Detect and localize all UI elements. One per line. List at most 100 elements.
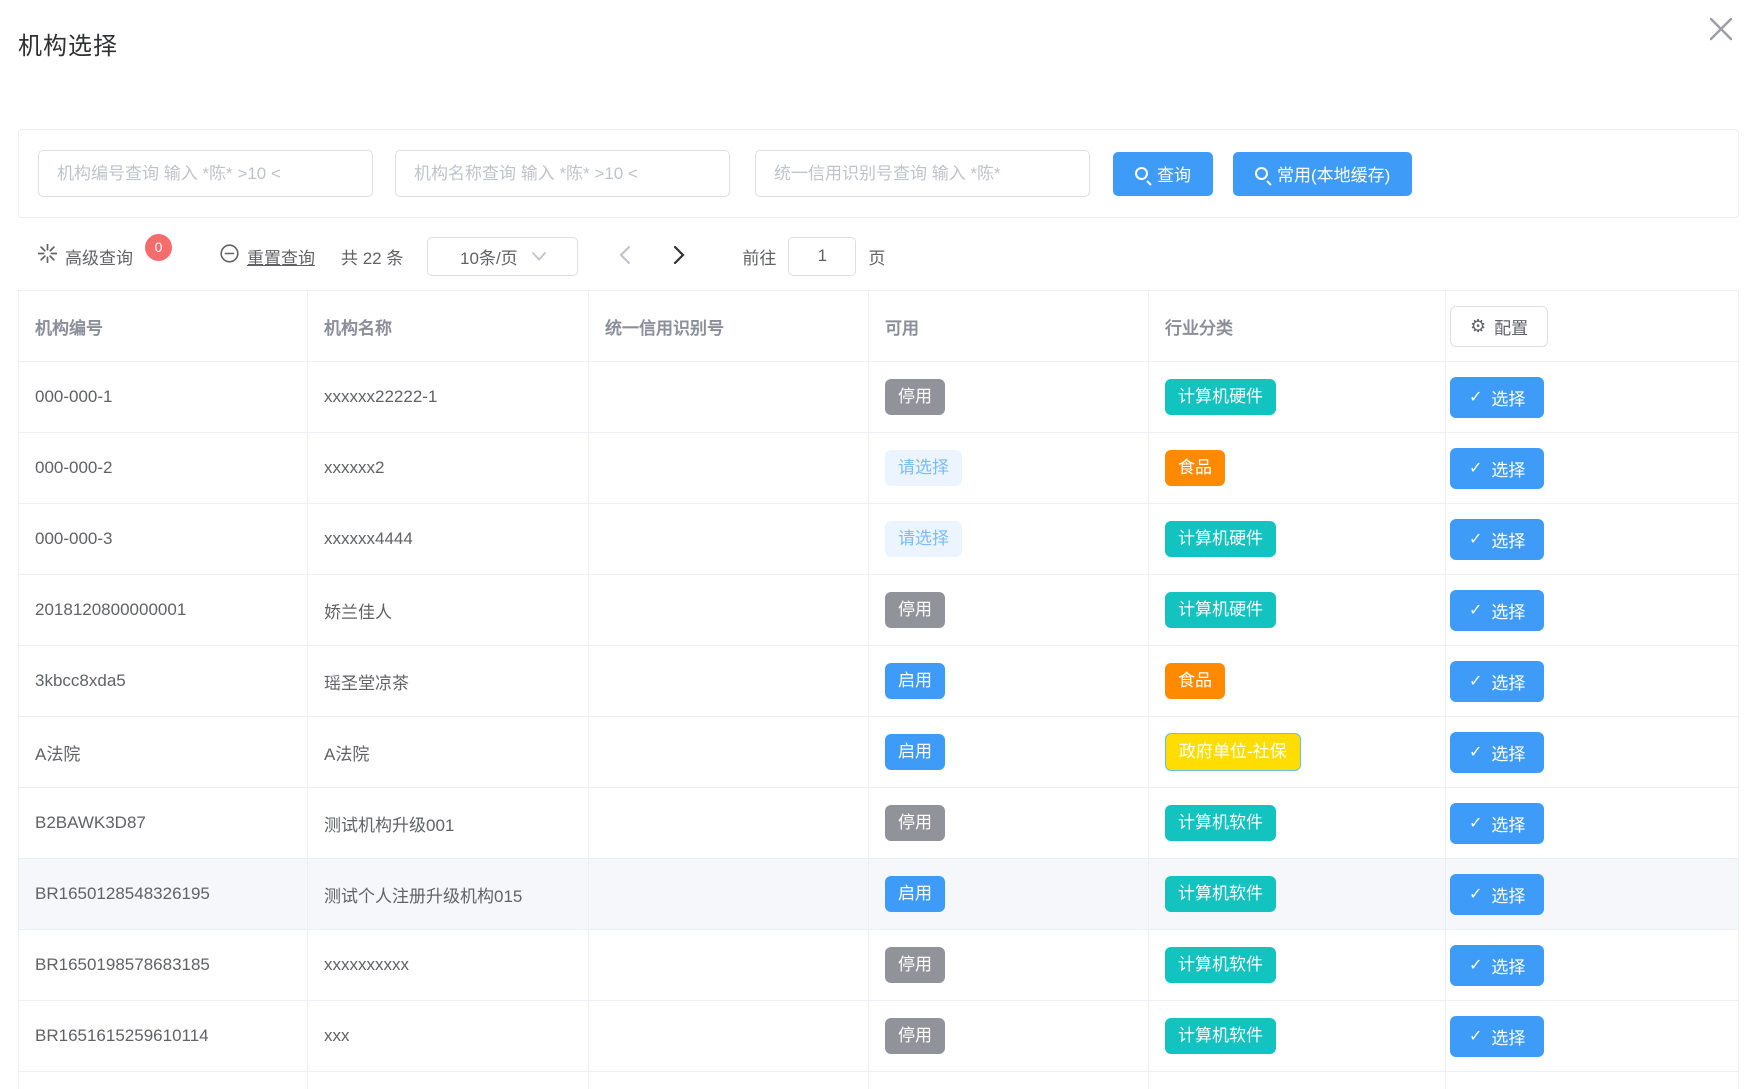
action-cell: ✓ 选择 (1446, 646, 1739, 717)
org-name-cell: 娇兰佳人 (308, 575, 589, 646)
select-button-label: 选择 (1491, 385, 1525, 410)
org-code-cell: BR1650128548326195 (19, 859, 308, 930)
industry-tag: 计算机软件 (1165, 947, 1276, 983)
chevron-right-icon (673, 245, 686, 268)
industry-cell: 计算机软件 (1149, 930, 1446, 1001)
action-cell: ✓ 选择 (1446, 859, 1739, 930)
select-button[interactable]: ✓ 选择 (1450, 874, 1544, 915)
advanced-count-badge: 0 (145, 234, 172, 261)
org-code-cell: B2BAWK3D87 (19, 788, 308, 859)
chevron-down-icon (532, 246, 546, 266)
select-button[interactable]: ✓ 选择 (1450, 448, 1544, 489)
select-button[interactable]: ✓ 选择 (1450, 590, 1544, 631)
action-cell: ✓ 选择 (1446, 575, 1739, 646)
check-icon: ✓ (1469, 529, 1482, 549)
org-name-cell: A法院 (308, 717, 589, 788)
config-button-label: 配置 (1494, 314, 1528, 339)
org-name-cell: xxxxxx22222-1 (308, 362, 589, 433)
modal-title: 机构选择 (18, 26, 1733, 61)
table-header-row: 机构编号 机构名称 统一信用识别号 可用 行业分类 ⚙ 配置 (19, 291, 1739, 362)
select-button[interactable]: ✓ 选择 (1450, 732, 1544, 773)
industry-cell: 计算机软件 (1149, 788, 1446, 859)
credit-id-cell (589, 433, 869, 504)
select-button-label: 选择 (1491, 598, 1525, 623)
credit-id-cell (589, 1001, 869, 1072)
header-credit-id: 统一信用识别号 (589, 291, 869, 362)
select-button-label: 选择 (1491, 740, 1525, 765)
check-icon: ✓ (1469, 671, 1482, 691)
industry-cell: 计算机硬件 (1149, 362, 1446, 433)
reset-query-link[interactable]: 重置查询 (220, 244, 315, 269)
select-button[interactable]: ✓ 选择 (1450, 1016, 1544, 1057)
org-code-search-input[interactable] (38, 150, 373, 197)
select-button[interactable]: ✓ 选择 (1450, 519, 1544, 560)
industry-tag: 计算机软件 (1165, 805, 1276, 841)
check-icon: ✓ (1469, 458, 1482, 478)
page-suffix-label: 页 (868, 244, 885, 269)
prev-page-button[interactable] (618, 245, 631, 268)
config-button[interactable]: ⚙ 配置 (1450, 306, 1548, 347)
select-button-label: 选择 (1491, 882, 1525, 907)
availability-cell: 请选择 (869, 433, 1149, 504)
availability-badge[interactable]: 启用 (885, 663, 945, 699)
gear-icon: ⚙ (1470, 316, 1486, 337)
header-org-code: 机构编号 (19, 291, 308, 362)
availability-badge[interactable]: 停用 (885, 1018, 945, 1054)
select-button-label: 选择 (1491, 953, 1525, 978)
availability-cell: 启用 (869, 717, 1149, 788)
credit-id-cell (589, 504, 869, 575)
industry-cell: 计算机硬件 (1149, 575, 1446, 646)
industry-tag: 计算机软件 (1165, 1018, 1276, 1054)
org-code-cell: 000-000-3 (19, 504, 308, 575)
availability-badge[interactable]: 停用 (885, 379, 945, 415)
industry-cell: 计算机软件 (1149, 1001, 1446, 1072)
select-button[interactable]: ✓ 选择 (1450, 661, 1544, 702)
industry-tag: 计算机硬件 (1165, 521, 1276, 557)
availability-badge[interactable]: 停用 (885, 592, 945, 628)
availability-badge[interactable]: 请选择 (885, 450, 962, 486)
org-table: 机构编号 机构名称 统一信用识别号 可用 行业分类 ⚙ 配置 000-000-1… (18, 290, 1739, 1089)
availability-badge[interactable]: 请选择 (885, 521, 962, 557)
org-code-cell: 3kbcc8xda5 (19, 646, 308, 717)
credit-id-cell (589, 575, 869, 646)
close-button[interactable] (1703, 12, 1739, 48)
availability-cell: 停用 (869, 1001, 1149, 1072)
select-button[interactable]: ✓ 选择 (1450, 377, 1544, 418)
next-page-button[interactable] (673, 245, 686, 268)
query-button[interactable]: 查询 (1113, 152, 1213, 196)
header-availability: 可用 (869, 291, 1149, 362)
org-code-cell: BR1651615259610114 (19, 1001, 308, 1072)
availability-badge[interactable]: 停用 (885, 947, 945, 983)
org-name-cell: xxxxxx2 (308, 433, 589, 504)
availability-badge[interactable]: 启用 (885, 734, 945, 770)
select-button[interactable]: ✓ 选择 (1450, 945, 1544, 986)
action-cell: ✓ 选择 (1446, 362, 1739, 433)
table-row: 000-000-2 xxxxxx2 请选择 食品 ✓ 选择 (19, 433, 1739, 504)
availability-cell: 请选择 (869, 504, 1149, 575)
search-icon (1135, 167, 1148, 180)
select-button[interactable]: ✓ 选择 (1450, 803, 1544, 844)
check-icon: ✓ (1469, 742, 1482, 762)
close-icon (1705, 13, 1737, 48)
credit-id-search-input[interactable] (755, 150, 1090, 197)
org-name-cell: xxx (308, 1001, 589, 1072)
org-name-cell: 测试机构升级001 (308, 788, 589, 859)
advanced-search-link[interactable]: 高级查询 0 (38, 243, 172, 270)
org-name-search-input[interactable] (395, 150, 730, 197)
page-size-select[interactable]: 10条/页 (427, 237, 578, 276)
availability-cell: 停用 (869, 362, 1149, 433)
page-size-value: 10条/页 (460, 244, 518, 269)
org-name-cell: 瑶圣堂凉茶 (308, 646, 589, 717)
action-cell: ✓ 选择 (1446, 504, 1739, 575)
goto-page-input[interactable] (788, 237, 856, 276)
org-name-cell: xxxxxx4444 (308, 504, 589, 575)
credit-id-cell (589, 788, 869, 859)
total-count: 共 22 条 (341, 244, 403, 269)
org-code-cell: A法院 (19, 717, 308, 788)
credit-id-cell (589, 362, 869, 433)
availability-badge[interactable]: 启用 (885, 876, 945, 912)
availability-badge[interactable]: 停用 (885, 805, 945, 841)
credit-id-cell (589, 717, 869, 788)
local-cache-button[interactable]: 常用(本地缓存) (1233, 152, 1412, 196)
credit-id-cell (589, 930, 869, 1001)
